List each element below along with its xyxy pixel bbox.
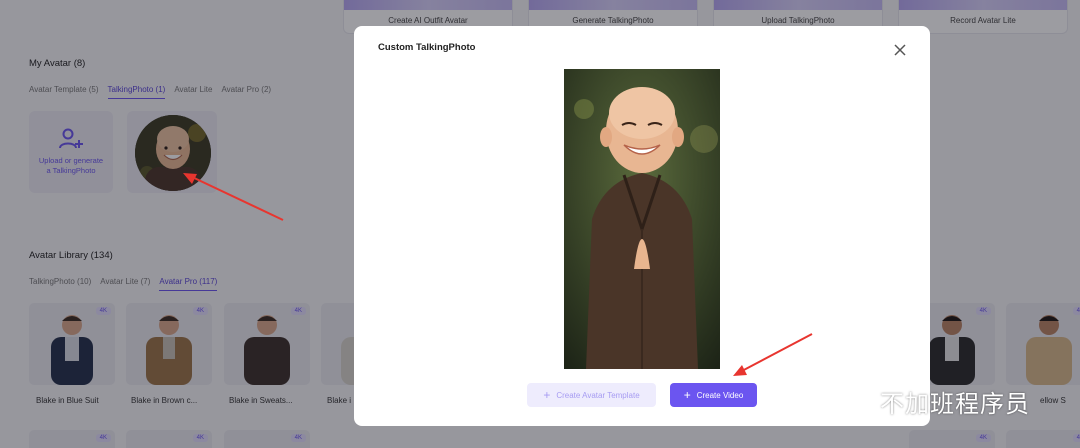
watermark-text: 不加班程序员 <box>880 390 1030 418</box>
watermark: 不加班程序员 <box>838 384 1030 419</box>
wechat-icon <box>839 387 873 415</box>
plus-icon: + <box>543 388 551 402</box>
create-avatar-template-button[interactable]: + Create Avatar Template <box>527 383 656 407</box>
plus-icon: + <box>683 388 691 402</box>
custom-talkingphoto-dialog: Custom TalkingPhoto + Create Avatar Temp… <box>354 26 930 426</box>
talkingphoto-preview-image <box>564 69 720 369</box>
create-video-button[interactable]: + Create Video <box>670 383 757 407</box>
close-icon[interactable] <box>892 42 908 58</box>
create-video-label: Create Video <box>696 390 744 400</box>
modal-title: Custom TalkingPhoto <box>378 42 476 53</box>
create-avatar-template-label: Create Avatar Template <box>556 390 640 400</box>
